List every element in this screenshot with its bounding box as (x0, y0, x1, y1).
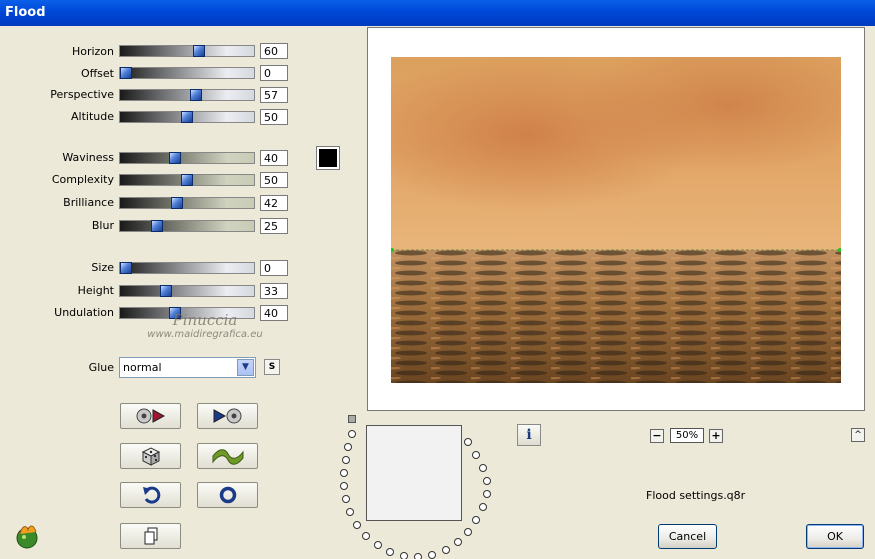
play-back-button[interactable] (197, 403, 258, 429)
wave-icon (212, 449, 243, 465)
zoom-in-button[interactable]: + (709, 429, 723, 443)
perspective-slider[interactable] (119, 89, 255, 101)
glue-label: Glue (88, 361, 114, 374)
ring-icon (219, 486, 236, 504)
height-slider-thumb[interactable] (160, 285, 172, 297)
complexity-slider[interactable] (119, 174, 255, 186)
horizon-value[interactable]: 60 (260, 43, 288, 59)
cancel-button[interactable]: Cancel (658, 524, 717, 549)
app-logo-icon (16, 525, 38, 549)
document-copy-icon (144, 527, 157, 545)
altitude-slider-thumb[interactable] (181, 111, 193, 123)
waviness-label: Waviness (62, 151, 114, 164)
flood-preview-image[interactable] (391, 57, 841, 383)
undulation-label: Undulation (54, 306, 114, 319)
size-label: Size (91, 261, 114, 274)
blur-slider-thumb[interactable] (151, 220, 163, 232)
horizon-label: Horizon (71, 45, 114, 58)
offset-label: Offset (80, 67, 114, 80)
watermark-name: Pinuccia (172, 311, 238, 329)
brilliance-slider[interactable] (119, 197, 255, 209)
wave-button[interactable] (197, 443, 258, 469)
preview-frame[interactable] (367, 27, 865, 411)
size-slider[interactable] (119, 262, 255, 274)
play-forward-button[interactable] (120, 403, 181, 429)
size-slider-thumb[interactable] (120, 262, 132, 274)
undo-icon (142, 486, 160, 504)
offset-slider-thumb[interactable] (120, 67, 132, 79)
blur-slider[interactable] (119, 220, 255, 232)
perspective-value[interactable]: 57 (260, 87, 288, 103)
altitude-slider[interactable] (119, 111, 255, 123)
perspective-label: Perspective (50, 88, 114, 101)
height-slider[interactable] (119, 285, 255, 297)
blur-label: Blur (91, 219, 114, 232)
reel-play-icon (136, 408, 165, 424)
complexity-value[interactable]: 50 (260, 172, 288, 188)
settings-filename: Flood settings.q8r (646, 489, 746, 502)
window-title: Flood (5, 5, 46, 20)
zoom-level: 50% (670, 428, 704, 443)
complexity-label: Complexity (51, 173, 114, 186)
waviness-slider-thumb[interactable] (169, 152, 181, 164)
s-button[interactable]: S (264, 359, 280, 375)
info-button[interactable]: i (517, 424, 541, 446)
brilliance-slider-thumb[interactable] (171, 197, 183, 209)
horizon-slider[interactable] (119, 45, 255, 57)
collapse-button[interactable]: ^ (851, 428, 865, 442)
altitude-value[interactable]: 50 (260, 109, 288, 125)
flood-preview-svg (391, 57, 841, 383)
chevron-down-icon[interactable]: ▼ (237, 359, 254, 376)
perspective-slider-thumb[interactable] (190, 89, 202, 101)
glue-select-value: normal (123, 361, 162, 374)
altitude-label: Altitude (71, 110, 114, 123)
height-value[interactable]: 33 (260, 283, 288, 299)
horizon-slider-thumb[interactable] (193, 45, 205, 57)
play-reel-icon (213, 408, 241, 424)
waviness-value[interactable]: 40 (260, 150, 288, 166)
zoom-out-button[interactable]: − (650, 429, 664, 443)
color-swatch[interactable] (316, 146, 340, 170)
offset-slider[interactable] (119, 67, 255, 79)
brilliance-label: Brilliance (63, 196, 114, 209)
ok-button[interactable]: OK (806, 524, 864, 549)
glue-select[interactable]: normal ▼ (119, 357, 256, 378)
reset-button[interactable] (197, 482, 258, 508)
random-button[interactable] (120, 443, 181, 469)
offset-value[interactable]: 0 (260, 65, 288, 81)
title-bar: Flood (0, 0, 875, 26)
waviness-slider[interactable] (119, 152, 255, 164)
watermark: Pinuccia www.maidiregrafica.eu (140, 311, 270, 340)
brilliance-value[interactable]: 42 (260, 195, 288, 211)
watermark-url: www.maidiregrafica.eu (147, 329, 263, 340)
dice-icon (141, 447, 160, 466)
size-value[interactable]: 0 (260, 260, 288, 276)
complexity-slider-thumb[interactable] (181, 174, 193, 186)
dialog-client: Horizon 60 Offset 0 Perspective 57 Altit… (0, 26, 875, 559)
undo-button[interactable] (120, 482, 181, 508)
blur-value[interactable]: 25 (260, 218, 288, 234)
rotation-handle[interactable] (348, 415, 356, 423)
thumbnail-box[interactable] (366, 425, 462, 521)
height-label: Height (77, 284, 114, 297)
copy-button[interactable] (120, 523, 181, 549)
